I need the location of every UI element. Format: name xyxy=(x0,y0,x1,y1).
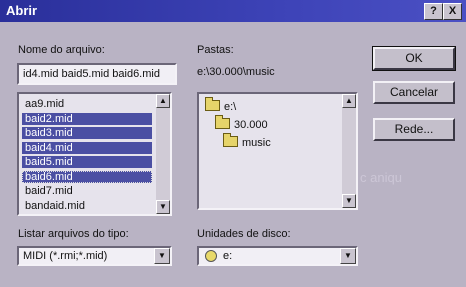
file-list-item[interactable]: baid5.mid xyxy=(22,156,152,168)
file-list-item[interactable]: aa9.mid xyxy=(22,98,152,110)
file-type-value: MIDI (*.rmi;*.mid) xyxy=(23,250,108,262)
help-button[interactable]: ? xyxy=(424,3,443,20)
scroll-down-icon[interactable]: ▼ xyxy=(342,194,356,208)
title-bar[interactable]: Abrir ? X xyxy=(0,0,466,22)
drives-value: e: xyxy=(223,250,233,262)
drives-label: Unidades de disco: xyxy=(197,228,291,240)
file-list-scrollbar[interactable]: ▲ ▼ xyxy=(156,94,170,214)
cd-drive-icon xyxy=(205,250,217,262)
tree-item-drive[interactable]: e:\ xyxy=(205,97,236,114)
tree-item-music[interactable]: music xyxy=(223,133,271,150)
network-button[interactable]: Rede... xyxy=(373,118,455,141)
scroll-up-icon[interactable]: ▲ xyxy=(156,94,170,108)
cancel-button[interactable]: Cancelar xyxy=(373,81,455,104)
file-list-item[interactable]: baid6.mid xyxy=(22,170,152,183)
drives-select[interactable]: e: ▼ xyxy=(197,246,358,266)
folders-label: Pastas: xyxy=(197,44,234,56)
window-title: Abrir xyxy=(6,3,38,18)
file-list-item[interactable]: baid4.mid xyxy=(22,141,152,154)
open-folder-icon xyxy=(205,97,220,111)
folder-tree-scrollbar[interactable]: ▲ ▼ xyxy=(342,94,356,208)
chevron-down-icon[interactable]: ▼ xyxy=(340,248,356,264)
file-list-item[interactable]: baid3.mid xyxy=(22,127,152,139)
current-path: e:\30.000\music xyxy=(197,66,275,78)
file-name-label: Nome do arquivo: xyxy=(18,44,105,56)
file-name-value: id4.mid baid5.mid baid6.mid xyxy=(23,68,160,80)
file-type-select[interactable]: MIDI (*.rmi;*.mid) ▼ xyxy=(17,246,172,266)
folder-tree[interactable]: e:\ 30.000 music ▲ ▼ xyxy=(197,92,358,210)
chevron-down-icon[interactable]: ▼ xyxy=(154,248,170,264)
scroll-down-icon[interactable]: ▼ xyxy=(156,200,170,214)
file-list-item[interactable]: baid7.mid xyxy=(22,185,152,197)
file-list[interactable]: aa9.mid baid2.mid baid3.mid baid4.mid baid5.… xyxy=(17,92,172,216)
tree-item-30000[interactable]: 30.000 xyxy=(215,115,268,132)
file-name-input[interactable]: id4.mid baid5.mid baid6.mid xyxy=(17,63,177,85)
ok-button[interactable]: OK xyxy=(372,46,456,71)
file-list-item[interactable]: bandaid.mid xyxy=(22,200,152,212)
close-button[interactable]: X xyxy=(443,3,462,20)
open-folder-icon xyxy=(215,115,230,129)
file-list-item[interactable]: baid2.mid xyxy=(22,112,152,125)
scroll-up-icon[interactable]: ▲ xyxy=(342,94,356,108)
file-type-label: Listar arquivos do tipo: xyxy=(18,228,129,240)
open-folder-icon xyxy=(223,133,238,147)
